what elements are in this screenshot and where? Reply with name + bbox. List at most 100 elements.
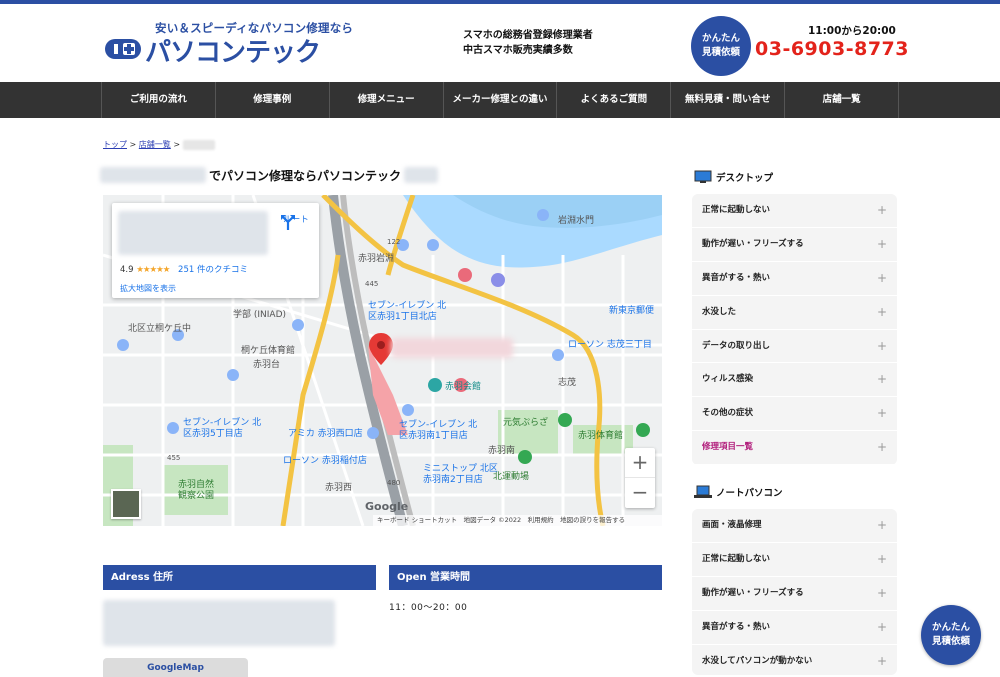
map-label: 学部 (INIAD): [233, 308, 286, 320]
rating-stars: ★★★★★: [136, 265, 170, 275]
expand-icon: +: [876, 270, 887, 285]
nav-item-faq[interactable]: よくあるご質問: [557, 82, 672, 118]
sidebar-item[interactable]: 動作が遅い・フリーズする +: [692, 228, 897, 262]
quote-line: 見積依頼: [701, 47, 740, 58]
sidebar-item[interactable]: 動作が遅い・フリーズする +: [692, 577, 897, 611]
sidebar-item-label: その他の症状: [702, 408, 754, 419]
sidebar-item-repair-list[interactable]: 修理項目一覧 +: [692, 431, 897, 466]
map-label: セブン-イレブン 北: [183, 416, 261, 428]
rating-value: 4.9: [120, 265, 134, 275]
expand-icon: +: [876, 406, 887, 421]
expand-icon: +: [876, 440, 887, 455]
sidebar-item[interactable]: その他の症状 +: [692, 397, 897, 432]
expand-icon: +: [876, 372, 887, 387]
sidebar-notebook-menu: 画面・液晶修理 + 正常に起動しない + 動作が遅い・フリーズする + 異音がする・熱…: [692, 509, 897, 675]
sidebar-item[interactable]: 画面・液晶修理 +: [692, 509, 897, 543]
sidebar-item[interactable]: ウィルス感染 +: [692, 363, 897, 398]
breadcrumb-separator: >: [129, 140, 137, 149]
google-map[interactable]: 岩淵水門 赤羽岩淵 セブン-イレブン 北 区赤羽1丁目北店 学部 (INIAD)…: [103, 195, 662, 526]
sidebar-item[interactable]: 正常に起動しない +: [692, 543, 897, 577]
map-label: 区赤羽5丁目店: [183, 427, 243, 439]
business-hours: 11:00から20:00: [808, 25, 896, 37]
sidebar-item[interactable]: 異音がする・熱い +: [692, 611, 897, 645]
nav-item-difference[interactable]: メーカー修理との違い: [444, 82, 558, 118]
breadcrumb-home-link[interactable]: トップ: [103, 140, 127, 149]
map-label: 新東京郵便: [609, 304, 654, 316]
site-header: 安い＆スピーディなパソコン修理なら パソコンテック スマホの総務省登録修理業者 …: [0, 4, 1000, 82]
map-label: 赤羽南2丁目店: [423, 473, 483, 485]
floating-quote-button[interactable]: かんたん 見積依頼: [921, 605, 981, 665]
nav-item-menu[interactable]: 修理メニュー: [330, 82, 444, 118]
header-info-line: スマホの総務省登録修理業者: [463, 30, 593, 41]
nav-item-flow[interactable]: ご利用の流れ: [101, 82, 216, 118]
zoom-control: + −: [625, 448, 655, 508]
sidebar-item[interactable]: データの取り出し +: [692, 330, 897, 364]
hours-value: 11：00〜20：00: [389, 603, 468, 613]
sidebar-item[interactable]: 水没してパソコンが動かない +: [692, 645, 897, 675]
map-label: 桐ケ丘体育館: [241, 344, 295, 356]
enlarge-map-link[interactable]: 拡大地図を表示: [120, 283, 176, 294]
breadcrumb-current-blurred: [182, 139, 215, 150]
sidebar-item-label: 異音がする・熱い: [702, 272, 771, 283]
map-label: 455: [167, 454, 180, 462]
googlemap-button[interactable]: GoogleMap: [103, 658, 248, 677]
map-label: セブン-イレブン 北: [368, 299, 446, 311]
header-info-line: 中古スマホ販売実績多数: [463, 45, 573, 56]
address-blurred: [103, 600, 335, 646]
quote-line: かんたん: [931, 622, 970, 633]
map-label: セブン-イレブン 北: [399, 418, 477, 430]
breadcrumb-stores-link[interactable]: 店舗一覧: [139, 140, 171, 149]
zoom-in-button[interactable]: +: [625, 448, 655, 478]
sidebar-item-label: データの取り出し: [702, 340, 771, 351]
header-info: スマホの総務省登録修理業者 中古スマホ販売実績多数: [463, 28, 593, 58]
sidebar-item-label: 画面・液晶修理: [702, 520, 762, 530]
map-place-card: ルート 4.9 ★★★★★ 251 件のクチコミ 拡大地図を表示: [112, 203, 319, 298]
phone-number[interactable]: 03-6903-8773: [755, 38, 909, 60]
place-name-blurred: [118, 211, 268, 255]
map-label: 480: [387, 479, 400, 487]
sidebar-item-label: 異音がする・熱い: [702, 621, 771, 632]
map-footer: キーボード ショートカット 地図データ ©2022 利用規約 地図の誤りを報告す…: [373, 515, 662, 526]
nav-item-estimate[interactable]: 無料見積・問い合せ: [671, 82, 786, 118]
title-blurred-prefix: [100, 167, 206, 183]
page-title: でパソコン修理ならパソコンテック: [100, 165, 439, 185]
map-label: 志茂: [558, 376, 576, 388]
expand-icon: +: [876, 203, 887, 217]
sidebar-desktop-label: デスクトップ: [716, 173, 774, 184]
sidebar-item[interactable]: 水没した +: [692, 296, 897, 330]
map-label: 赤羽岩淵: [358, 252, 394, 264]
route-button[interactable]: ルート: [279, 213, 313, 230]
map-label: 赤羽台: [253, 358, 280, 370]
nav-item-stores[interactable]: 店舗一覧: [785, 82, 900, 118]
expand-icon: +: [876, 551, 887, 566]
breadcrumb-separator: >: [173, 140, 181, 149]
map-label: 赤羽自然: [178, 478, 214, 490]
quote-line: 見積依頼: [931, 636, 970, 647]
logo-mark-icon: [105, 39, 141, 59]
expand-icon: +: [876, 653, 887, 668]
sidebar-item[interactable]: 異音がする・熱い +: [692, 262, 897, 296]
quote-line: かんたん: [701, 33, 740, 44]
map-label: アミカ 赤羽西口店: [288, 427, 363, 439]
map-label: 岩淵水門: [558, 214, 594, 226]
nav-item-cases[interactable]: 修理事例: [216, 82, 330, 118]
map-label: 赤羽体育館: [578, 429, 623, 441]
address-heading: Adress 住所: [103, 565, 376, 590]
satellite-toggle[interactable]: [111, 489, 141, 519]
sidebar-item-label: 動作が遅い・フリーズする: [702, 238, 804, 249]
sidebar-item-label: ウィルス感染: [702, 374, 754, 385]
sidebar-item-label: 水没した: [702, 306, 737, 317]
laptop-icon: [694, 485, 712, 498]
sidebar-desktop-menu: 正常に起動しない + 動作が遅い・フリーズする + 異音がする・熱い + 水没した + …: [692, 194, 897, 466]
zoom-out-button[interactable]: −: [625, 478, 655, 508]
expand-icon: +: [876, 236, 887, 251]
title-blurred-suffix: [404, 167, 439, 183]
reviews-link[interactable]: 251 件のクチコミ: [178, 265, 248, 275]
sidebar-item[interactable]: 正常に起動しない +: [692, 194, 897, 228]
map-label: 元気ぷらざ: [503, 416, 548, 428]
site-logo[interactable]: 安い＆スピーディなパソコン修理なら パソコンテック: [103, 18, 363, 68]
quote-request-button[interactable]: かんたん 見積依頼: [691, 16, 751, 76]
map-label: 赤羽西: [325, 482, 352, 493]
map-label: ミニストップ 北区: [423, 463, 498, 474]
sidebar-item-label: 水没してパソコンが動かない: [702, 655, 813, 666]
